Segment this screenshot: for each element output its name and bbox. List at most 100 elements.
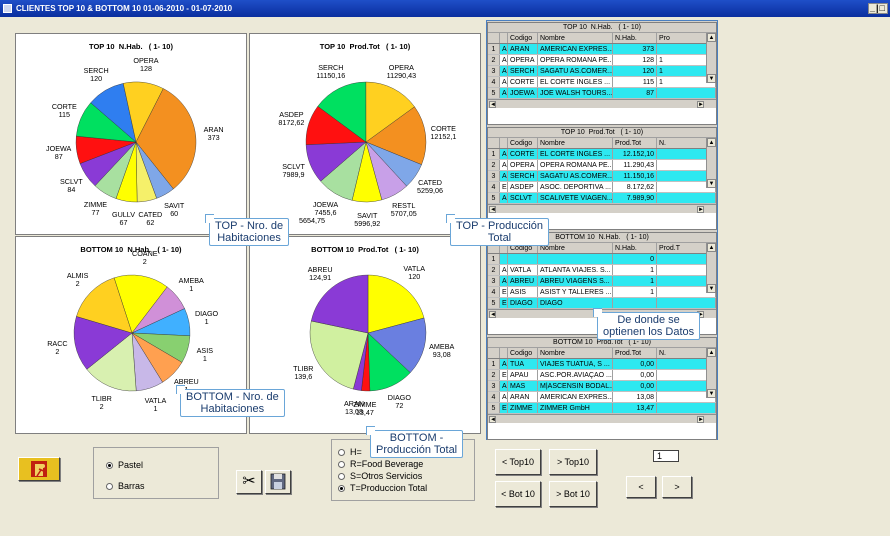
column-header[interactable] <box>500 348 508 358</box>
table-row[interactable]: 5 A JOEWA JOE WALSH TOURS... 87 <box>488 88 716 99</box>
scroll-up-icon[interactable]: ▲ <box>707 138 716 147</box>
column-header[interactable] <box>500 138 508 148</box>
horizontal-scrollbar[interactable]: ◄ ► <box>488 414 716 423</box>
column-header[interactable]: Codigo <box>508 348 538 358</box>
scroll-down-icon[interactable]: ▼ <box>707 284 716 293</box>
table-row[interactable]: 2 E APAU ASC.POR.AVIAÇAO ... 0,00 <box>488 370 716 381</box>
table-cell <box>657 403 716 413</box>
column-header[interactable]: Prod.Tot <box>613 138 657 148</box>
table-row[interactable]: 3 A MAS M|ASCENSIN BODAL... 0,00 <box>488 381 716 392</box>
column-header[interactable]: Nombre <box>538 138 613 148</box>
pie-label-diago: DIAGO 1 <box>194 309 219 327</box>
data-grid-4[interactable]: BOTTOM 10 Prod.Tot ( 1- 10) Codigo Nombre P… <box>487 337 717 440</box>
pie-label-opera: OPERA 128 <box>133 55 159 73</box>
scroll-down-icon[interactable]: ▼ <box>707 74 716 83</box>
next-bot10-button[interactable]: > Bot 10 <box>549 481 597 507</box>
window-titlebar: CLIENTES TOP 10 & BOTTOM 10 01-06-2010 -… <box>0 0 890 17</box>
page-prev-button[interactable]: < <box>626 476 656 498</box>
column-header[interactable] <box>488 138 500 148</box>
table-row[interactable]: 2 A VATLA ATLANTA VIAJES. S... 1 <box>488 265 716 276</box>
table-cell <box>538 254 613 264</box>
table-row[interactable]: 1 A TUA VIAJES TUATUA, S ... 0,00 <box>488 359 716 370</box>
horizontal-scrollbar[interactable]: ◄ ► <box>488 99 716 108</box>
table-cell: A <box>502 77 508 87</box>
scroll-down-icon[interactable]: ▼ <box>707 389 716 398</box>
table-row[interactable]: 4 E ASDEP ASOC. DEPORTIVA ... 8.172,62 <box>488 182 716 193</box>
column-header[interactable]: Nombre <box>538 33 613 43</box>
scroll-left-icon[interactable]: ◄ <box>489 206 496 213</box>
column-header[interactable] <box>488 33 500 43</box>
scroll-up-icon[interactable]: ▲ <box>707 33 716 42</box>
window-controls[interactable]: _|□ <box>868 3 888 14</box>
column-header[interactable]: N.Hab. <box>613 33 657 43</box>
page-number-input[interactable]: 1 <box>653 450 679 462</box>
scroll-left-icon[interactable]: ◄ <box>489 416 496 423</box>
data-grid-1[interactable]: TOP 10 N.Hab. ( 1- 10) Codigo Nombre N.Hab.… <box>487 22 717 125</box>
column-header[interactable]: Nombre <box>538 348 613 358</box>
vertical-scrollbar[interactable]: ▲ ▼ <box>706 348 716 398</box>
table-cell: SCLVT <box>508 193 538 203</box>
pie-label-vatla: VATLA 120 <box>403 263 426 281</box>
table-row[interactable]: 3 A SERCH SAGATU AS.COMER... 11.150,16 <box>488 171 716 182</box>
scroll-left-icon[interactable]: ◄ <box>489 311 496 318</box>
column-header[interactable]: N.Hab. <box>613 243 657 253</box>
radio-food-beverage[interactable]: R=Food Beverage <box>338 459 423 469</box>
vertical-scrollbar[interactable]: ▲ ▼ <box>706 138 716 188</box>
exit-button[interactable] <box>18 457 60 481</box>
page-next-button[interactable]: > <box>662 476 692 498</box>
scroll-up-icon[interactable]: ▲ <box>707 243 716 252</box>
scroll-up-icon[interactable]: ▲ <box>707 348 716 357</box>
scroll-right-icon[interactable]: ► <box>697 416 704 423</box>
radio-label: S=Otros Servicios <box>350 471 423 481</box>
radio-barras[interactable]: Barras <box>106 481 145 491</box>
table-row[interactable]: 1 A ARAN AMERICAN EXPRES... 373 <box>488 44 716 55</box>
table-row[interactable]: 4 A ARAN AMERICAN EXPRES... 13,08 <box>488 392 716 403</box>
horizontal-scrollbar[interactable]: ◄ ► <box>488 204 716 213</box>
table-row[interactable]: 5 A SCLVT SCALIVETE VIAGEN... 7.989,90 <box>488 193 716 204</box>
scroll-right-icon[interactable]: ► <box>697 206 704 213</box>
radio-label: T=Produccion Total <box>350 483 428 493</box>
table-row[interactable]: 5 E DIAGO DIAGO <box>488 298 716 309</box>
table-row[interactable]: 5 E ZIMME ZIMMER GmbH 13,47 <box>488 403 716 414</box>
scroll-down-icon[interactable]: ▼ <box>707 179 716 188</box>
vertical-scrollbar[interactable]: ▲ ▼ <box>706 243 716 293</box>
table-cell: A <box>502 265 508 275</box>
radio-pastel[interactable]: Pastel <box>106 460 143 470</box>
data-grid-2[interactable]: TOP 10 Prod.Tot ( 1- 10) Codigo Nombre Prod… <box>487 127 717 230</box>
scroll-right-icon[interactable]: ► <box>697 101 704 108</box>
radio-otros-servicios[interactable]: S=Otros Servicios <box>338 471 422 481</box>
table-row[interactable]: 4 E ASIS ASIST Y TALLERES ... 1 <box>488 287 716 298</box>
table-cell: OPERA <box>508 160 538 170</box>
table-cell: TUA <box>508 359 538 369</box>
column-header[interactable]: Prod.Tot <box>613 348 657 358</box>
table-row[interactable]: 2 A OPERA OPERA ROMANA PE... 128 1 <box>488 55 716 66</box>
radio-h[interactable]: H= <box>338 447 362 457</box>
radio-produccion-total[interactable]: T=Produccion Total <box>338 483 427 493</box>
cut-button[interactable]: ✂ <box>236 470 262 494</box>
table-cell: ASC.POR.AVIAÇAO ... <box>540 370 613 380</box>
column-header[interactable] <box>488 348 500 358</box>
column-header[interactable]: Codigo <box>508 138 538 148</box>
table-row[interactable]: 3 A SERCH SAGATU AS.COMER... 120 1 <box>488 66 716 77</box>
table-cell: ASIST Y TALLERES ... <box>540 287 613 297</box>
vertical-scrollbar[interactable]: ▲ ▼ <box>706 33 716 83</box>
prev-top10-button[interactable]: < Top10 <box>495 449 541 475</box>
save-icon <box>270 473 286 490</box>
pie-label-ameba: AMEBA 93,08 <box>429 342 455 360</box>
table-cell: E <box>502 370 508 380</box>
prev-bot10-button[interactable]: < Bot 10 <box>495 481 541 507</box>
table-row[interactable]: 10 <box>488 254 716 265</box>
table-row[interactable]: 3 A ABREU ABREU VIAGENS S... 1 <box>488 276 716 287</box>
save-button[interactable] <box>265 470 291 494</box>
table-row[interactable]: 4 A CORTE EL CORTE INGLES ... 115 1 <box>488 77 716 88</box>
callout-bot-hab: BOTTOM - Nro. de Habitaciones <box>176 385 285 417</box>
column-header[interactable]: Codigo <box>508 33 538 43</box>
table-cell: 8.172,62 <box>613 182 657 192</box>
column-header[interactable]: Nombre <box>538 243 613 253</box>
radio-dot <box>338 473 345 480</box>
next-top10-button[interactable]: > Top10 <box>549 449 597 475</box>
scroll-left-icon[interactable]: ◄ <box>489 101 496 108</box>
table-row[interactable]: 1 A CORTE EL CORTE INGLES ... 12.152,10 <box>488 149 716 160</box>
column-header[interactable] <box>500 33 508 43</box>
table-row[interactable]: 2 A OPERA OPERA ROMANA PE... 11.290,43 <box>488 160 716 171</box>
